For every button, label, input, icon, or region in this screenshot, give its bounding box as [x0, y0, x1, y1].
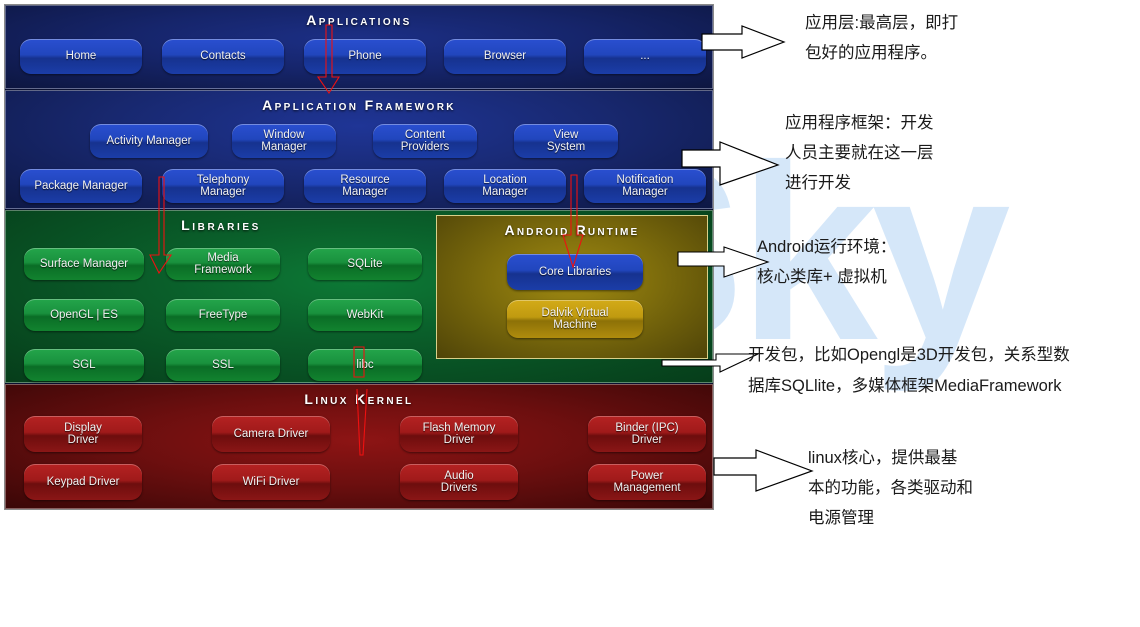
lib-media-framework[interactable]: Media Framework: [166, 248, 280, 280]
connector-kernel: [713, 449, 814, 492]
connector-applications: [701, 25, 786, 59]
kernel-camera-driver[interactable]: Camera Driver: [212, 416, 330, 452]
layer-libraries: Libraries Surface Manager OpenGL | ES SG…: [5, 210, 713, 383]
app-phone[interactable]: Phone: [304, 39, 426, 74]
lib-sqlite[interactable]: SQLite: [308, 248, 422, 280]
fw-notification-manager[interactable]: Notification Manager: [584, 169, 706, 203]
layer-applications: Applications Home Contacts Phone Browser…: [5, 5, 713, 89]
panel-runtime-title: Android Runtime: [504, 222, 640, 238]
fw-content-providers[interactable]: Content Providers: [373, 124, 477, 158]
app-home[interactable]: Home: [20, 39, 142, 74]
kernel-keypad-driver[interactable]: Keypad Driver: [24, 464, 142, 500]
rt-dalvik-virtual-machine[interactable]: Dalvik Virtual Machine: [507, 300, 643, 338]
note-runtime: Android运行环境： 核心类库+ 虚拟机: [757, 238, 897, 286]
kernel-wifi-driver[interactable]: WiFi Driver: [212, 464, 330, 500]
kernel-power-management[interactable]: Power Management: [588, 464, 706, 500]
fw-package-manager[interactable]: Package Manager: [20, 169, 142, 203]
fw-telephony-manager[interactable]: Telephony Manager: [162, 169, 284, 203]
panel-android-runtime: Android Runtime Core Libraries Dalvik Vi…: [436, 215, 708, 359]
fw-activity-manager[interactable]: Activity Manager: [90, 124, 208, 158]
fw-resource-manager[interactable]: Resource Manager: [304, 169, 426, 203]
lib-libc[interactable]: libc: [308, 349, 422, 381]
layer-kernel-title: Linux Kernel: [304, 391, 414, 407]
layer-framework-title: Application Framework: [262, 97, 456, 113]
kernel-display-driver[interactable]: Display Driver: [24, 416, 142, 452]
kernel-flash-memory-driver[interactable]: Flash Memory Driver: [400, 416, 518, 452]
lib-opengl-es[interactable]: OpenGL | ES: [24, 299, 144, 331]
fw-view-system[interactable]: View System: [514, 124, 618, 158]
kernel-binder-ipc-driver[interactable]: Binder (IPC) Driver: [588, 416, 706, 452]
lib-surface-manager[interactable]: Surface Manager: [24, 248, 144, 280]
app-browser[interactable]: Browser: [444, 39, 566, 74]
layer-application-framework: Application Framework Activity Manager W…: [5, 90, 713, 209]
rt-core-libraries[interactable]: Core Libraries: [507, 254, 643, 290]
kernel-audio-drivers[interactable]: Audio Drivers: [400, 464, 518, 500]
lib-webkit[interactable]: WebKit: [308, 299, 422, 331]
note-framework: 应用程序框架：开发 人员主要就在这一层 进行开发: [785, 114, 934, 192]
fw-window-manager[interactable]: Window Manager: [232, 124, 336, 158]
app-contacts[interactable]: Contacts: [162, 39, 284, 74]
app-more[interactable]: ...: [584, 39, 706, 74]
fw-location-manager[interactable]: Location Manager: [444, 169, 566, 203]
android-architecture-diagram: Applications Home Contacts Phone Browser…: [4, 4, 714, 510]
note-kernel: linux核心，提供最基 本的功能，各类驱动和 电源管理: [808, 449, 973, 527]
note-libraries: 开发包，比如Opengl是3D开发包，关系型数 据库SQLlite，多媒体框架M…: [748, 346, 1070, 395]
note-applications: 应用层:最高层，即打 包好的应用程序。: [805, 14, 959, 62]
layer-applications-title: Applications: [306, 12, 412, 28]
lib-ssl[interactable]: SSL: [166, 349, 280, 381]
layer-linux-kernel: Linux Kernel Display Driver Camera Driver…: [5, 384, 713, 509]
lib-sgl[interactable]: SGL: [24, 349, 144, 381]
layer-libraries-title: Libraries: [181, 217, 261, 233]
lib-freetype[interactable]: FreeType: [166, 299, 280, 331]
